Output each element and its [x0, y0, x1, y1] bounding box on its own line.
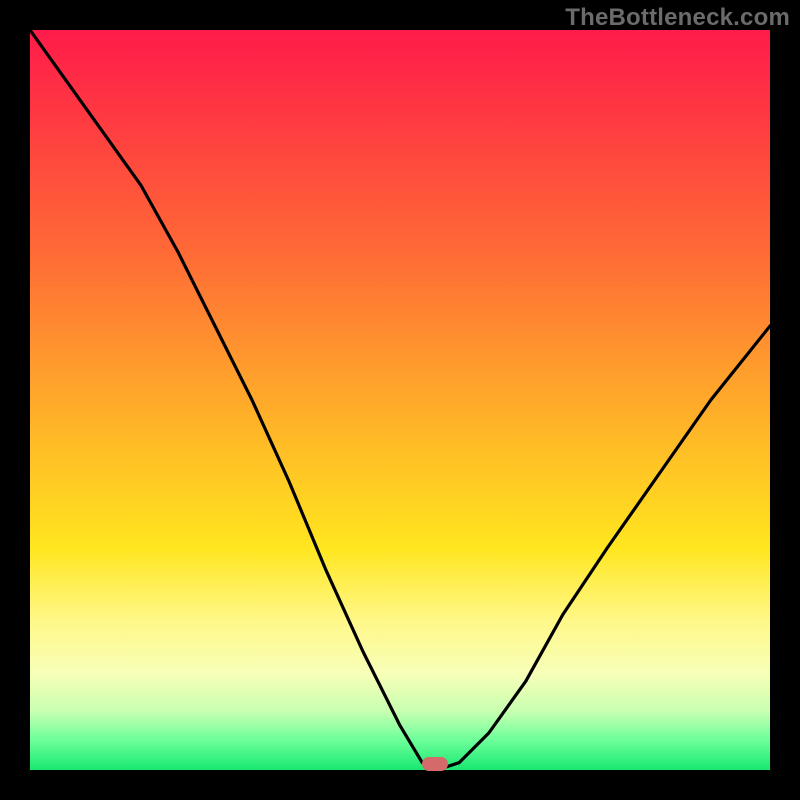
- chart-frame: TheBottleneck.com: [0, 0, 800, 800]
- plot-area: [30, 30, 770, 770]
- sweet-spot-marker: [422, 757, 448, 771]
- watermark-text: TheBottleneck.com: [565, 4, 790, 32]
- bottleneck-curve: [30, 30, 770, 770]
